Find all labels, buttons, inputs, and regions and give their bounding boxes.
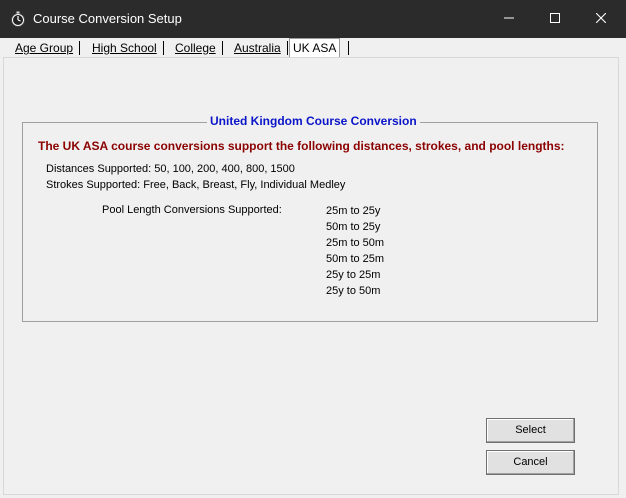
tab-label: College xyxy=(175,41,216,55)
list-item: 50m to 25y xyxy=(326,221,381,233)
course-conversion-window: Course Conversion Setup Age Group High S… xyxy=(0,0,626,498)
stopwatch-icon xyxy=(10,11,26,27)
tab-college[interactable]: College xyxy=(172,40,223,56)
tab-strip: Age Group High School College Australia … xyxy=(0,38,626,58)
list-item: 25y to 25m xyxy=(326,269,381,281)
window-title: Course Conversion Setup xyxy=(33,11,182,26)
list-item: 50m to 25m xyxy=(326,253,385,265)
cancel-button[interactable]: Cancel xyxy=(486,450,575,475)
distances-supported: Distances Supported: 50, 100, 200, 400, … xyxy=(46,163,295,175)
close-icon xyxy=(595,10,607,28)
tab-separator xyxy=(79,41,81,55)
tab-separator xyxy=(348,41,349,55)
list-item: 25m to 50m xyxy=(326,237,385,249)
close-button[interactable] xyxy=(578,0,624,38)
minimize-icon xyxy=(504,10,514,28)
pool-length-label: Pool Length Conversions Supported: xyxy=(102,204,282,216)
minimize-button[interactable] xyxy=(486,0,532,38)
tab-separator xyxy=(162,41,164,55)
maximize-button[interactable] xyxy=(532,0,578,38)
tab-age-group[interactable]: Age Group xyxy=(12,40,81,56)
tab-label: High School xyxy=(92,41,157,55)
select-button[interactable]: Select xyxy=(486,418,575,443)
maximize-icon xyxy=(550,10,560,28)
tab-label: Age Group xyxy=(15,41,74,55)
tab-label: Australia xyxy=(234,41,281,55)
tab-high-school[interactable]: High School xyxy=(89,40,164,56)
list-item: 25y to 50m xyxy=(326,285,381,297)
title-bar[interactable]: Course Conversion Setup xyxy=(0,0,626,38)
tab-uk-asa[interactable]: UK ASA xyxy=(289,38,341,57)
tab-separator xyxy=(221,41,223,55)
conversion-headline: The UK ASA course conversions support th… xyxy=(38,139,565,153)
tab-australia[interactable]: Australia xyxy=(231,40,288,56)
list-item: 25m to 25y xyxy=(326,205,381,217)
group-title: United Kingdom Course Conversion xyxy=(207,114,420,128)
tab-label: UK ASA xyxy=(293,41,337,55)
strokes-supported: Strokes Supported: Free, Back, Breast, F… xyxy=(46,179,346,191)
tab-separator xyxy=(286,41,288,55)
pool-conversion-list: 25m to 25y 50m to 25y 25m to 50m 50m to … xyxy=(326,203,384,299)
